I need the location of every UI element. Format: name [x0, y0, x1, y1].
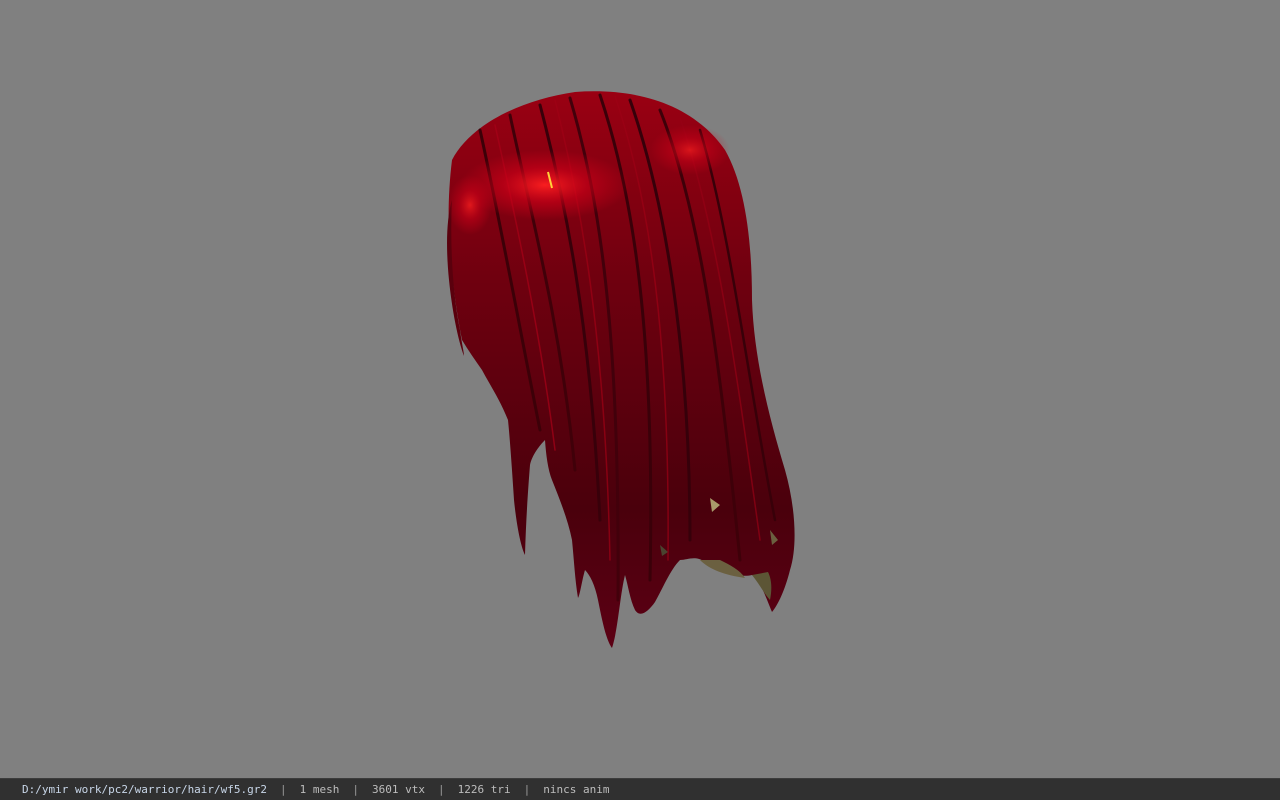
- vertex-count-label: 3601 vtx: [372, 783, 426, 796]
- hair-mesh-model[interactable]: [0, 0, 1280, 778]
- model-viewer-window: D:/ymir work/pc2/warrior/hair/wf5.gr2 | …: [0, 0, 1280, 800]
- mesh-count-label: 1 mesh: [299, 783, 340, 796]
- status-separator: |: [352, 783, 360, 796]
- animation-status-label: nincs anim: [543, 783, 610, 796]
- triangle-count-label: 1226 tri: [457, 783, 511, 796]
- status-bar: D:/ymir work/pc2/warrior/hair/wf5.gr2 | …: [0, 778, 1280, 800]
- hair-highlight-right: [650, 125, 730, 175]
- status-separator: |: [280, 783, 287, 796]
- status-separator: |: [438, 783, 445, 796]
- status-separator: |: [523, 783, 531, 796]
- file-path-label: D:/ymir work/pc2/warrior/hair/wf5.gr2: [22, 783, 268, 796]
- hair-highlight-left: [448, 175, 492, 235]
- 3d-viewport[interactable]: [0, 0, 1280, 778]
